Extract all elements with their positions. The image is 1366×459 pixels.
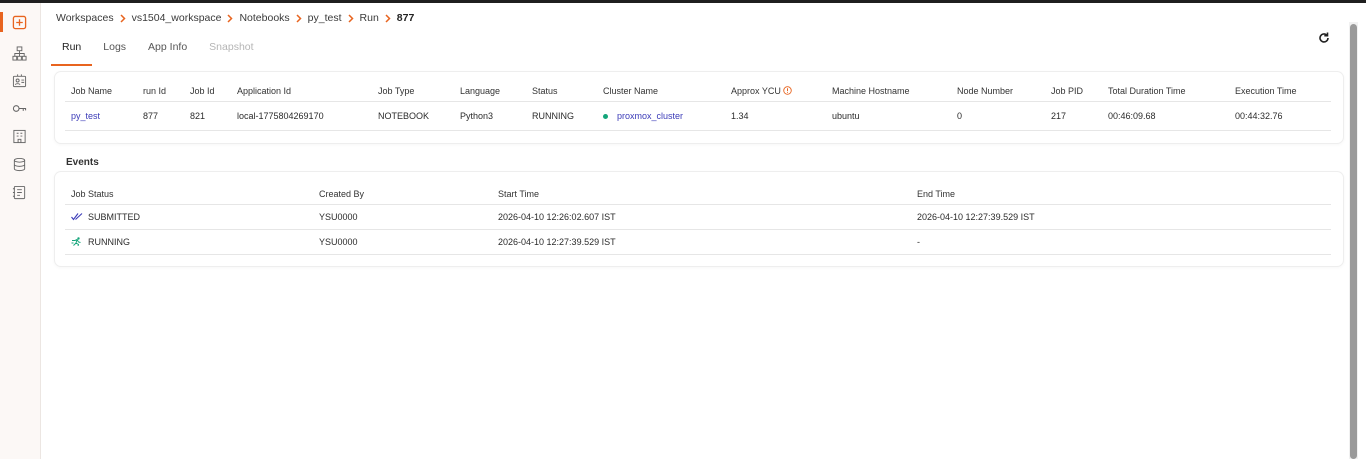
events-title: Events: [66, 157, 99, 168]
id-card-icon[interactable]: [11, 72, 27, 88]
chevron-right-icon: [379, 13, 397, 23]
approx-ycu-value: 1.34: [731, 111, 749, 121]
header-end-time: End Time: [917, 189, 956, 199]
row-divider: [65, 101, 1331, 102]
events-card: [55, 172, 1343, 266]
info-icon[interactable]: [783, 86, 792, 95]
sidebar: [0, 3, 41, 459]
breadcrumb-workspaces[interactable]: Workspaces: [56, 12, 114, 24]
top-bar: [0, 0, 1366, 3]
header-job-status: Job Status: [71, 189, 114, 199]
event-status-label: RUNNING: [88, 237, 130, 247]
header-created-by: Created By: [319, 189, 365, 199]
row-divider: [65, 229, 1331, 230]
row-divider: [65, 204, 1331, 205]
tab-bar: Run Logs App Info Snapshot: [51, 34, 265, 66]
cluster-name-link[interactable]: proxmox_cluster: [603, 111, 683, 121]
chevron-right-icon: [342, 13, 360, 23]
hierarchy-icon[interactable]: [11, 45, 27, 61]
building-icon[interactable]: [11, 128, 27, 144]
event-start-time: 2026-04-10 12:26:02.607 IST: [498, 212, 616, 222]
row-divider: [65, 130, 1331, 131]
language-value: Python3: [460, 111, 494, 121]
job-type-value: NOTEBOOK: [378, 111, 430, 121]
running-status-dot: [603, 114, 608, 120]
header-total-duration: Total Duration Time: [1108, 86, 1186, 96]
tab-app-info[interactable]: App Info: [137, 34, 198, 66]
notebook-icon[interactable]: [11, 184, 27, 200]
row-divider: [65, 254, 1331, 255]
breadcrumb-workspace[interactable]: vs1504_workspace: [132, 12, 222, 24]
header-job-pid: Job PID: [1051, 86, 1084, 96]
event-created-by: YSU0000: [319, 212, 358, 222]
chevron-right-icon: [221, 13, 239, 23]
running-person-icon: [71, 237, 81, 246]
header-language: Language: [460, 86, 501, 96]
header-machine-hostname: Machine Hostname: [832, 86, 910, 96]
execution-time-value: 00:44:32.76: [1235, 111, 1283, 121]
header-run-id: run Id: [143, 86, 167, 96]
tab-logs[interactable]: Logs: [92, 34, 137, 66]
key-icon[interactable]: [11, 100, 27, 116]
breadcrumb-notebook[interactable]: py_test: [308, 12, 342, 24]
job-id-value: 821: [190, 111, 206, 121]
event-end-time: 2026-04-10 12:27:39.529 IST: [917, 212, 1035, 222]
job-pid-value: 217: [1051, 111, 1067, 121]
header-approx-ycu: Approx YCU: [731, 86, 792, 96]
double-check-icon: [71, 213, 83, 221]
scrollbar-thumb[interactable]: [1350, 24, 1357, 459]
refresh-icon[interactable]: [1317, 31, 1331, 45]
breadcrumb-notebooks[interactable]: Notebooks: [239, 12, 289, 24]
event-status-label: SUBMITTED: [88, 212, 141, 222]
total-duration-value: 00:46:09.68: [1108, 111, 1156, 121]
header-approx-ycu-label: Approx YCU: [731, 86, 781, 96]
plus-square-icon[interactable]: [11, 14, 27, 30]
header-job-type: Job Type: [378, 86, 415, 96]
machine-hostname-value: ubuntu: [832, 111, 860, 121]
breadcrumb: Workspaces vs1504_workspace Notebooks py…: [56, 11, 414, 25]
run-details-card: [55, 72, 1343, 143]
scrollbar[interactable]: [1349, 22, 1358, 459]
application-id-value: local-1775804269170: [237, 111, 324, 121]
event-status-running: RUNNING: [71, 237, 130, 247]
job-name-link[interactable]: py_test: [71, 111, 100, 121]
event-start-time: 2026-04-10 12:27:39.529 IST: [498, 237, 616, 247]
chevron-right-icon: [290, 13, 308, 23]
event-created-by: YSU0000: [319, 237, 358, 247]
sidebar-active-indicator: [0, 12, 3, 32]
tab-snapshot: Snapshot: [209, 41, 254, 53]
cluster-name-label: proxmox_cluster: [617, 111, 684, 121]
header-start-time: Start Time: [498, 189, 540, 199]
chevron-right-icon: [114, 13, 132, 23]
header-execution-time: Execution Time: [1235, 86, 1297, 96]
header-status: Status: [532, 86, 558, 96]
run-id-value: 877: [143, 111, 159, 121]
event-end-time: -: [917, 237, 920, 247]
status-value: RUNNING: [532, 111, 574, 121]
event-status-submitted: SUBMITTED: [71, 212, 140, 222]
database-icon[interactable]: [11, 156, 27, 172]
header-job-id: Job Id: [190, 86, 215, 96]
breadcrumb-run[interactable]: Run: [360, 12, 379, 24]
breadcrumb-current: 877: [396, 12, 415, 24]
node-number-value: 0: [957, 111, 963, 121]
header-job-name: Job Name: [71, 86, 113, 96]
header-cluster-name: Cluster Name: [603, 86, 659, 96]
header-application-id: Application Id: [237, 86, 292, 96]
tab-run[interactable]: Run: [51, 34, 93, 66]
header-node-number: Node Number: [957, 86, 1014, 96]
